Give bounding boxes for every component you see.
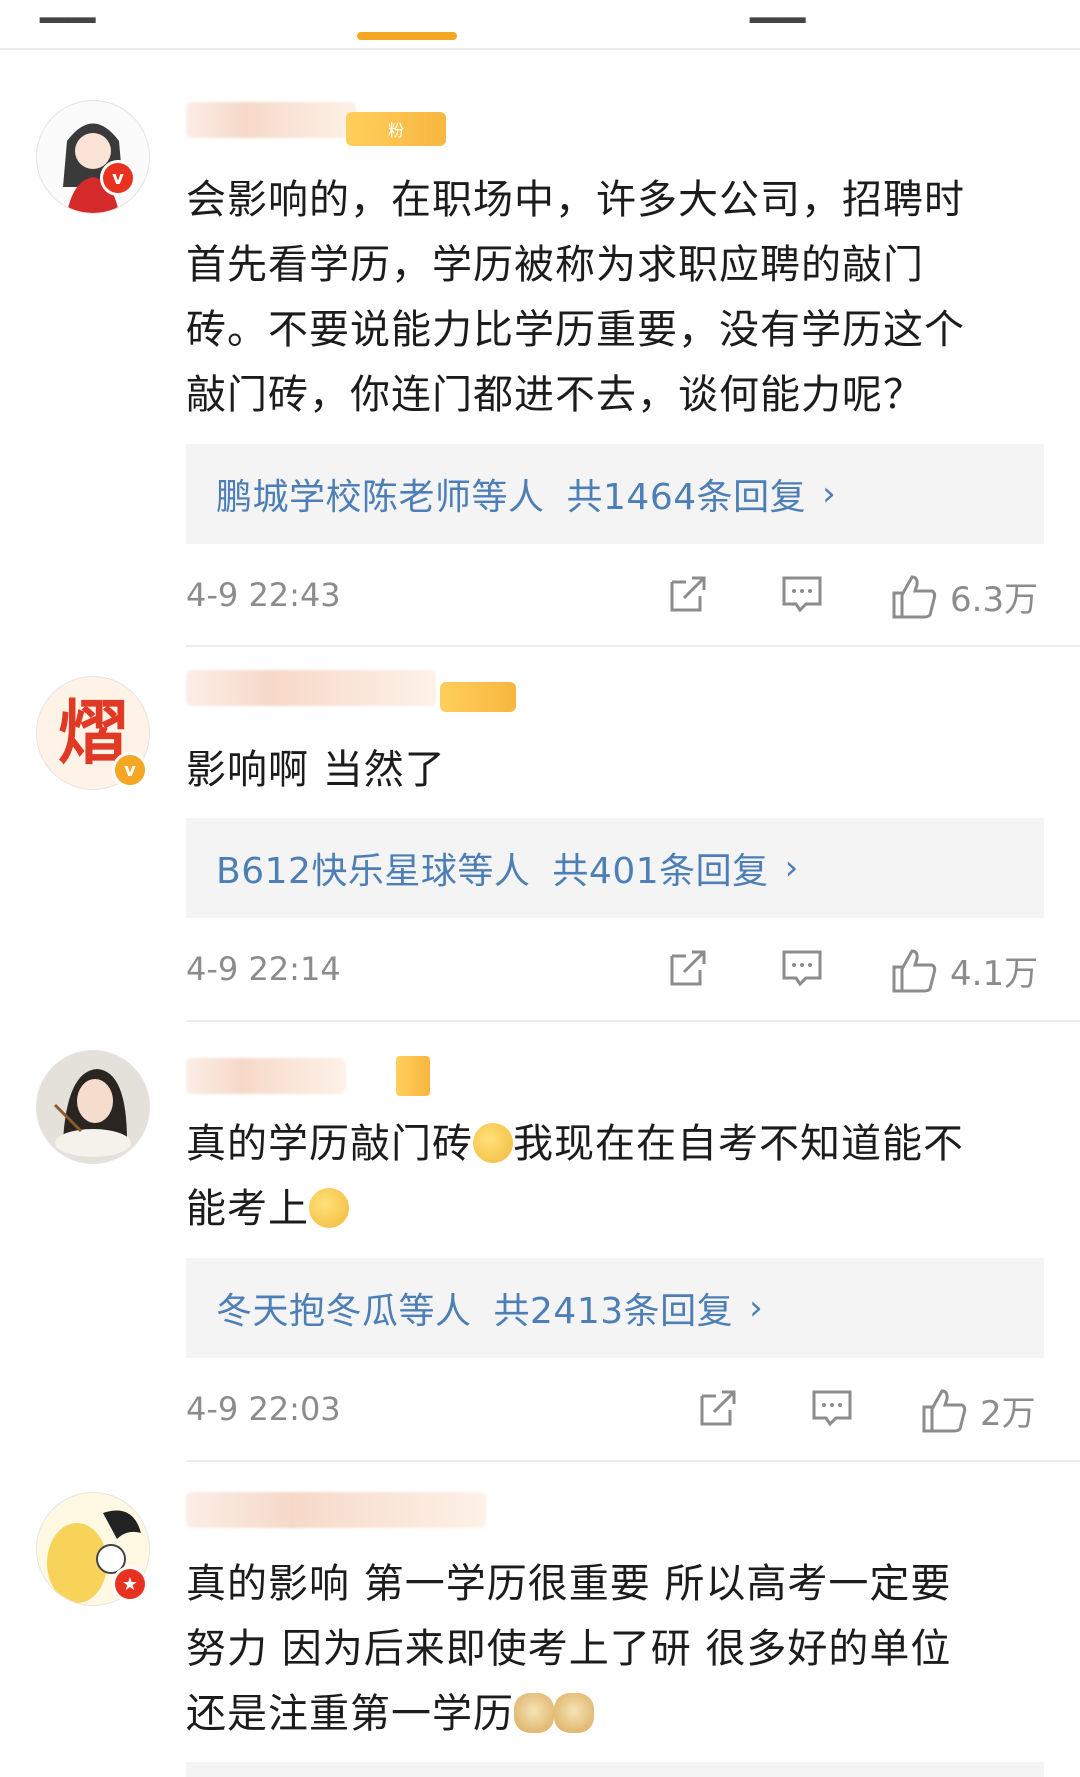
reply-users: 冬天抱冬瓜等人 bbox=[216, 1291, 472, 1332]
comment-text: 真的影响 第一学历很重要 所以高考一定要 努力 因为后来即使考上了研 很多好的单… bbox=[186, 1561, 952, 1737]
active-tab-indicator bbox=[357, 32, 457, 40]
like-count: 6.3万 bbox=[950, 580, 1039, 620]
replies-summary[interactable]: 冬天抱冬瓜等人 共2413条回复 › bbox=[186, 1258, 1044, 1358]
like-count: 4.1万 bbox=[950, 954, 1039, 994]
like-icon bbox=[922, 1388, 967, 1432]
thinking-emoji-icon bbox=[473, 1123, 513, 1163]
avatar[interactable] bbox=[36, 100, 150, 214]
doge-emoji-icon bbox=[514, 1693, 554, 1733]
username-blurred[interactable] bbox=[186, 1492, 486, 1528]
chevron-right-icon: › bbox=[784, 848, 799, 888]
replies-summary[interactable]: B612快乐星球等人 共401条回复 › bbox=[186, 818, 1044, 918]
tab-right-ghost[interactable]: ▁▁ bbox=[750, 0, 805, 23]
verified-badge-icon: v bbox=[100, 160, 136, 196]
like-button[interactable]: 4.1万 bbox=[890, 946, 1038, 995]
divider bbox=[186, 1020, 1080, 1022]
reply-count: 共1464条回复 bbox=[566, 477, 807, 518]
replies-summary[interactable] bbox=[186, 1762, 1044, 1777]
timestamp: 4-9 22:43 bbox=[186, 576, 341, 614]
comment-icon bbox=[782, 576, 822, 613]
timestamp: 4-9 22:14 bbox=[186, 950, 341, 988]
share-icon bbox=[670, 576, 706, 612]
comment-text: 真的学历敲门砖 我现在在自考不知道能不 能考上 bbox=[186, 1121, 964, 1232]
comment-button[interactable] bbox=[810, 1386, 854, 1430]
like-count: 2万 bbox=[980, 1394, 1036, 1434]
replies-summary[interactable]: 鹏城学校陈老师等人 共1464条回复 › bbox=[186, 444, 1044, 544]
crown-badge-icon bbox=[396, 1056, 430, 1096]
fan-badge: 粉 bbox=[346, 112, 446, 146]
comment-meta: 4-9 22:03 2万 bbox=[186, 1386, 1044, 1436]
chevron-right-icon: › bbox=[822, 474, 837, 514]
reply-users: 鹏城学校陈老师等人 bbox=[216, 477, 545, 518]
reply-users: B612快乐星球等人 bbox=[216, 851, 531, 892]
chevron-right-icon: › bbox=[749, 1288, 764, 1328]
comment-text: 会影响的，在职场中，许多大公司，招聘时 首先看学历，学历被称为求职应聘的敲门 砖… bbox=[186, 177, 965, 418]
comment-meta: 4-9 22:14 4.1万 bbox=[186, 946, 1044, 996]
share-icon bbox=[700, 1390, 736, 1426]
reply-count: 共401条回复 bbox=[552, 851, 769, 892]
verified-badge-icon: ★ bbox=[112, 1566, 148, 1602]
username-blurred[interactable] bbox=[186, 1058, 346, 1094]
like-icon bbox=[892, 574, 937, 618]
comment-text: 影响啊 当然了 bbox=[186, 747, 446, 793]
verified-badge-icon: v bbox=[112, 752, 148, 788]
share-button[interactable] bbox=[696, 1386, 740, 1430]
share-button[interactable] bbox=[666, 572, 710, 616]
like-icon bbox=[892, 948, 937, 992]
like-button[interactable]: 2万 bbox=[920, 1386, 1036, 1435]
timestamp: 4-9 22:03 bbox=[186, 1390, 341, 1428]
share-button[interactable] bbox=[666, 946, 710, 990]
like-button[interactable]: 6.3万 bbox=[890, 572, 1038, 621]
comment-button[interactable] bbox=[780, 946, 824, 990]
comment-icon bbox=[812, 1390, 852, 1427]
divider bbox=[186, 645, 1080, 647]
username-blurred[interactable] bbox=[186, 670, 436, 706]
comment-meta: 4-9 22:43 6.3万 bbox=[186, 572, 1044, 622]
comment-button[interactable] bbox=[780, 572, 824, 616]
doge-emoji-icon bbox=[554, 1693, 594, 1733]
avatar[interactable] bbox=[36, 1050, 150, 1164]
comment-icon bbox=[782, 950, 822, 987]
tab-bar: ▁▁ ▁▁ bbox=[0, 0, 1080, 50]
reply-count: 共2413条回复 bbox=[493, 1291, 734, 1332]
username-blurred[interactable] bbox=[186, 102, 356, 138]
share-icon bbox=[670, 950, 706, 986]
divider bbox=[186, 1460, 1080, 1462]
user-badge bbox=[440, 682, 516, 712]
thinking-emoji-icon bbox=[309, 1188, 349, 1228]
tab-left-ghost[interactable]: ▁▁ bbox=[40, 0, 95, 23]
